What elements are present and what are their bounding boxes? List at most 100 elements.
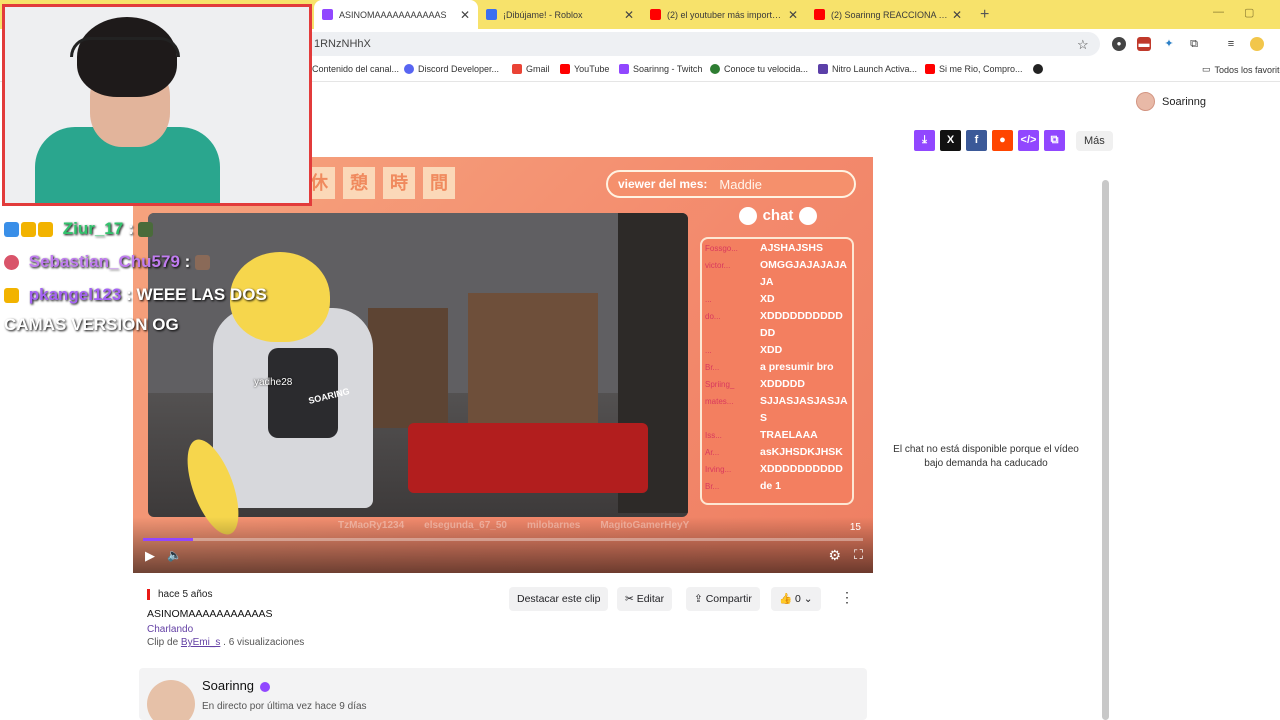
- discord-icon: [404, 64, 414, 74]
- sub-name: milobarnes: [526, 520, 581, 531]
- tab-youtube-1[interactable]: (2) el youtuber más importante ✕: [642, 0, 806, 29]
- close-tab-icon[interactable]: ✕: [624, 8, 634, 22]
- bookmark-item[interactable]: [1033, 64, 1047, 74]
- channel-card[interactable]: Soarinng En directo por última vez hace …: [139, 668, 867, 720]
- chat-message: AJSHAJSHS: [760, 242, 824, 254]
- chat-row: mates... SJJASJASJASJAS: [705, 393, 849, 427]
- chat-user: victor...: [705, 261, 731, 270]
- extension-blue-icon[interactable]: ✦: [1162, 37, 1176, 51]
- viewer-label: viewer del mes:: [618, 177, 708, 191]
- reading-list-icon[interactable]: ≡: [1224, 37, 1238, 51]
- address-bar[interactable]: 1RNzNHhX: [300, 32, 1100, 56]
- embed-code-icon[interactable]: </>: [1018, 130, 1039, 151]
- chat-message: de 1: [760, 480, 782, 492]
- chat-message: XDDDDDDDDDD: [760, 463, 843, 475]
- close-tab-icon[interactable]: ✕: [952, 8, 962, 22]
- new-tab-button[interactable]: +: [970, 0, 999, 29]
- play-icon[interactable]: ▶: [145, 548, 155, 564]
- ball-icon: [738, 207, 757, 226]
- sub-goal-names: TzMaoRy1234 elsegunda_67_50 milobarnes M…: [338, 520, 689, 531]
- minimize-icon[interactable]: —: [1213, 6, 1224, 18]
- user-menu[interactable]: Soarinng: [1136, 92, 1206, 111]
- chat-row: ... XD: [705, 291, 849, 308]
- bookmark-label: Discord Developer...: [418, 64, 500, 74]
- more-options-icon[interactable]: ⋮: [840, 589, 854, 606]
- more-share-button[interactable]: Más: [1076, 130, 1113, 151]
- nitro-icon: [818, 64, 828, 74]
- clip-author-link[interactable]: ByEmi_s: [181, 637, 220, 648]
- download-icon[interactable]: ⤓: [914, 130, 935, 151]
- bookmark-item[interactable]: Discord Developer...: [404, 64, 499, 74]
- bookmark-item[interactable]: Nitro Launch Activa...: [818, 64, 917, 74]
- url-text: 1RNzNHhX: [314, 38, 371, 50]
- chat-user: Spriing_: [705, 380, 735, 389]
- fullscreen-icon[interactable]: ⛶: [854, 547, 863, 563]
- streamer-webcam: [2, 4, 312, 206]
- chat-user: mates...: [705, 397, 734, 406]
- sub-name: elsegunda_67_50: [424, 520, 507, 531]
- bookmark-item[interactable]: Contenido del canal...: [312, 64, 399, 74]
- seek-bar[interactable]: [143, 538, 863, 541]
- tab-roblox[interactable]: ¡Dibújame! - Roblox ✕: [478, 0, 642, 29]
- chat-user: ...: [705, 346, 712, 355]
- profile-avatar-icon[interactable]: [1250, 37, 1264, 51]
- folder-icon: ▭: [1202, 64, 1211, 74]
- chat-message: XDDDDD: [760, 378, 805, 390]
- close-tab-icon[interactable]: ✕: [460, 8, 470, 22]
- edit-clip-button[interactable]: ✂ Editar: [617, 587, 673, 611]
- sub-name: TzMaoRy1234: [338, 520, 405, 531]
- scrollbar[interactable]: [1102, 180, 1109, 720]
- extensions-puzzle-icon[interactable]: ⧉: [1187, 37, 1201, 51]
- channel-name[interactable]: Soarinng: [202, 678, 271, 693]
- bookmark-star-icon[interactable]: ☆: [1077, 37, 1089, 53]
- ball-icon: [799, 207, 818, 226]
- tab-asinomaaa[interactable]: ASINOMAAAAAAAAAAAS ✕: [314, 0, 478, 29]
- crown-icon: [38, 222, 53, 238]
- crown-icon: [4, 288, 19, 304]
- feature-clip-button[interactable]: Destacar este clip: [509, 587, 609, 611]
- extension-record-icon[interactable]: ●: [1112, 37, 1126, 51]
- kanji-tile: 間: [423, 167, 455, 199]
- tab-title: ¡Dibújame! - Roblox: [503, 9, 583, 20]
- chat-row: victor... OMGGJAJAJAJAJA: [705, 257, 849, 291]
- bookmark-item[interactable]: Gmail: [512, 64, 550, 74]
- streamer-hair: [77, 17, 177, 97]
- share-clip-button[interactable]: ⇪ Compartir: [686, 587, 760, 611]
- copy-icon[interactable]: ⧉: [1044, 130, 1065, 151]
- kanji-tile: 時: [383, 167, 415, 199]
- channel-last-live: En directo por última vez hace 9 días: [202, 701, 367, 712]
- bookmark-item[interactable]: YouTube: [560, 64, 609, 74]
- close-tab-icon[interactable]: ✕: [788, 8, 798, 22]
- overlay-chat-text: : WEEE LAS DOS: [121, 285, 267, 304]
- overlay-chat-line: Ziur_17 :: [4, 219, 155, 239]
- youtube-icon: [814, 9, 825, 20]
- all-bookmarks-folder[interactable]: ▭Todos los favoritos: [1202, 64, 1280, 75]
- room-shelf: [368, 308, 448, 428]
- bookmark-label: Gmail: [526, 64, 550, 74]
- clip-category-link[interactable]: Charlando: [147, 624, 193, 635]
- bookmark-item[interactable]: Soarinng - Twitch: [619, 64, 702, 74]
- stream-overlay-banner: 休 憩 時 間: [303, 167, 455, 199]
- gmail-icon: [512, 64, 522, 74]
- x-twitter-icon[interactable]: X: [940, 130, 961, 151]
- facebook-icon[interactable]: f: [966, 130, 987, 151]
- tab-youtube-2[interactable]: (2) Soarinng REACCIONA a Com ✕: [806, 0, 970, 29]
- settings-gear-icon[interactable]: ⚙: [828, 547, 841, 564]
- verified-icon: [260, 681, 271, 692]
- chevron-down-icon[interactable]: ⌄: [804, 593, 813, 605]
- bookmark-label: Contenido del canal...: [312, 64, 400, 74]
- bookmark-item[interactable]: Si me Rio, Compro...: [925, 64, 1023, 74]
- maximize-icon[interactable]: ▢: [1244, 6, 1254, 19]
- chat-row: Spriing_ XDDDDD: [705, 376, 849, 393]
- like-button[interactable]: 👍 0 ⌄: [771, 587, 821, 611]
- bookmark-item[interactable]: Conoce tu velocida...: [710, 64, 808, 74]
- room-bed: [408, 423, 648, 493]
- extension-pdf-icon[interactable]: ▬: [1137, 37, 1151, 51]
- reddit-icon[interactable]: ●: [992, 130, 1013, 151]
- channel-avatar[interactable]: [147, 680, 195, 720]
- volume-icon[interactable]: 🔈: [167, 548, 182, 562]
- speedtest-icon: [710, 64, 720, 74]
- emote-icon: [138, 222, 154, 238]
- video-player[interactable]: 休 憩 時 間 viewer del mes: Maddie SOARING y…: [133, 157, 873, 573]
- chat-user: Ar...: [705, 448, 720, 457]
